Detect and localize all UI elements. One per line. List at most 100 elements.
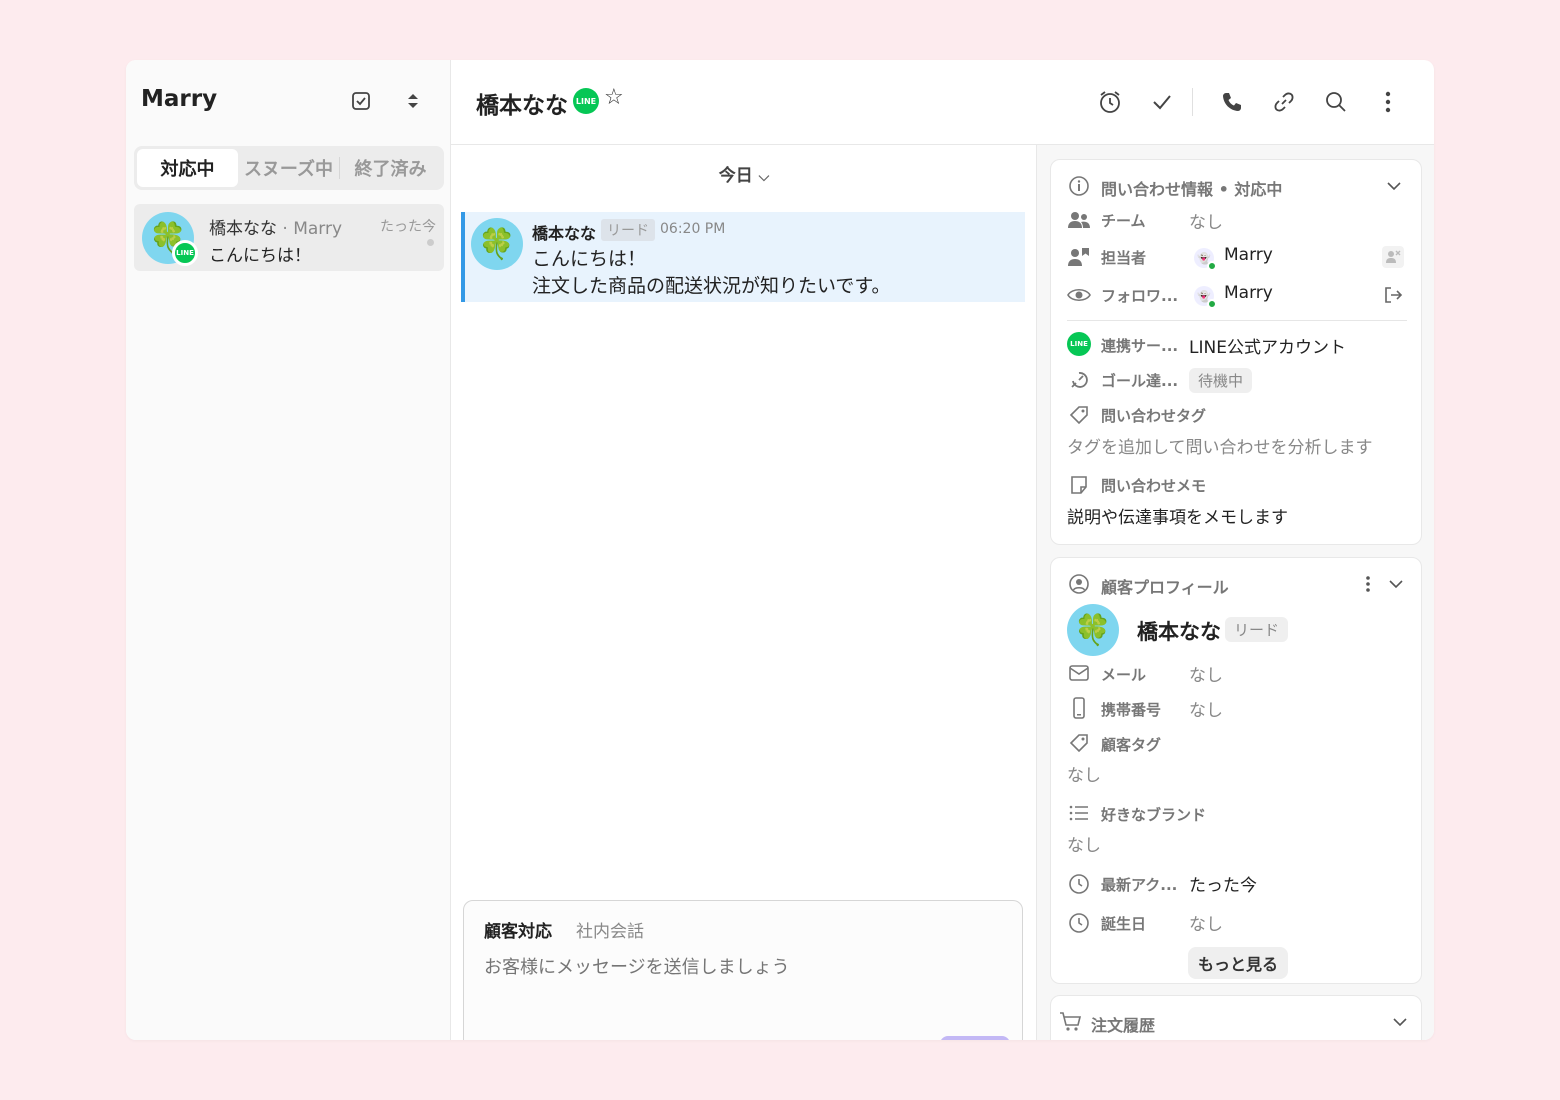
mail-icon [1067, 661, 1091, 685]
details-panel: 問い合わせ情報 • 対応中 チーム なし 担当者 👻 Marry フォロワ... [1037, 145, 1434, 1040]
birthday-value[interactable]: なし [1189, 910, 1223, 935]
email-value[interactable]: なし [1189, 661, 1223, 686]
date-separator[interactable]: 今日 ⌵ [451, 161, 1037, 186]
search-icon[interactable] [1320, 86, 1352, 118]
message-input[interactable] [484, 957, 1004, 978]
mobile-icon [1067, 696, 1091, 720]
app-window: Marry 対応中 スヌーズ中 終了済み 🍀 LINE 橋本なな · Marry… [126, 60, 1434, 1040]
customer-profile-card: 顧客プロフィール 🍀 橋本なな リード メール なし 携帯番号 なし 顧客タグ … [1050, 557, 1422, 984]
line-icon: LINE [573, 88, 599, 114]
chevron-down-icon[interactable] [1385, 573, 1407, 595]
status-tabs: 対応中 スヌーズ中 終了済み [134, 146, 444, 190]
tab-customer-reply[interactable]: 顧客対応 [484, 917, 552, 942]
sidebar: Marry 対応中 スヌーズ中 終了済み 🍀 LINE 橋本なな · Marry… [126, 60, 451, 1040]
sort-icon[interactable] [400, 88, 426, 114]
tab-snoozed[interactable]: スヌーズ中 [238, 149, 339, 187]
orders-title: 注文履歴 [1091, 1016, 1156, 1035]
user-circle-icon [1067, 572, 1091, 596]
brand-value[interactable]: なし [1067, 831, 1101, 856]
phone-value[interactable]: なし [1189, 696, 1223, 721]
team-label: チーム [1101, 212, 1146, 230]
team-icon [1067, 208, 1091, 232]
team-value[interactable]: なし [1189, 208, 1223, 233]
goal-status-chip[interactable]: 待機中 [1189, 368, 1253, 393]
inquiry-tags-input[interactable]: タグを追加して問い合わせを分析します [1067, 433, 1373, 458]
message-text: 注文した商品の配送状況が知りたいです。 [532, 275, 891, 297]
inquiry-title: 問い合わせ情報 • 対応中 [1101, 180, 1283, 199]
link-icon[interactable] [1268, 86, 1300, 118]
inquiry-info-card: 問い合わせ情報 • 対応中 チーム なし 担当者 👻 Marry フォロワ... [1050, 159, 1422, 545]
info-icon [1067, 174, 1091, 198]
order-history-card[interactable]: 注文履歴 [1050, 995, 1422, 1040]
chat-header: 橋本なな LINE ☆ [451, 60, 1434, 145]
profile-title: 顧客プロフィール [1101, 578, 1229, 597]
avatar: 👻 [1194, 286, 1217, 309]
customer-name: 橋本なな [1137, 620, 1221, 644]
conversation-name: 橋本なな [209, 219, 277, 239]
memo-label: 問い合わせメモ [1101, 477, 1207, 495]
assignee-value[interactable]: Marry [1224, 245, 1273, 265]
tag-icon [1067, 731, 1091, 755]
snooze-icon[interactable] [1094, 86, 1126, 118]
avatar: 🍀 [471, 218, 523, 270]
send-button[interactable]: 送信 [940, 1036, 1010, 1040]
chat-area: 今日 ⌵ 🍀 橋本なな リード 06:20 PM こんにちは！ 注文した商品の配… [451, 145, 1037, 1040]
message-time: 06:20 PM [660, 221, 726, 237]
checkbox-icon[interactable] [348, 88, 374, 114]
unread-dot [427, 239, 434, 246]
service-label: 連携サー... [1101, 337, 1179, 355]
avatar: 🍀 [1067, 604, 1119, 656]
clock-icon [1067, 911, 1091, 935]
birthday-label: 誕生日 [1101, 915, 1147, 933]
clock-icon [1067, 872, 1091, 896]
email-label: メール [1101, 666, 1147, 684]
online-indicator [1207, 261, 1217, 271]
customer-tag-value[interactable]: なし [1067, 761, 1101, 786]
goal-icon [1067, 368, 1091, 392]
conversation-time: たった今 [380, 219, 436, 235]
tab-internal-note[interactable]: 社内会話 [576, 917, 644, 942]
date-label: 今日 [718, 166, 753, 186]
tab-closed[interactable]: 終了済み [340, 149, 441, 187]
phone-icon[interactable] [1216, 86, 1248, 118]
message-item: 🍀 橋本なな リード 06:20 PM こんにちは！ 注文した商品の配送状況が知… [461, 212, 1025, 302]
lead-badge: リード [601, 219, 655, 241]
memo-input[interactable]: 説明や伝達事項をメモします [1067, 503, 1288, 528]
conversation-list-item[interactable]: 🍀 LINE 橋本なな · Marry たった今 こんにちは！ [134, 204, 444, 271]
message-sender: 橋本なな [532, 224, 597, 243]
leave-icon[interactable] [1382, 284, 1404, 306]
more-vertical-icon[interactable] [1372, 86, 1404, 118]
tab-active[interactable]: 対応中 [137, 149, 238, 187]
list-icon [1067, 801, 1091, 825]
tag-icon [1067, 403, 1091, 427]
more-vertical-icon[interactable] [1357, 573, 1379, 595]
memo-icon [1067, 473, 1091, 497]
brand-label: 好きなブランド [1101, 806, 1207, 824]
online-indicator [1207, 299, 1217, 309]
eye-icon [1067, 283, 1091, 307]
assignee-icon [1067, 245, 1091, 269]
line-icon: LINE [1067, 332, 1091, 356]
contact-name: 橋本なな [476, 93, 568, 119]
divider [1067, 320, 1407, 321]
message-text: こんにちは！ [532, 248, 647, 270]
conversation-assignee: · Marry [277, 219, 343, 239]
chevron-down-icon[interactable] [1389, 1011, 1411, 1033]
chevron-down-icon: ⌵ [758, 169, 770, 185]
message-composer: 顧客対応 社内会話 T ? 送信 [463, 900, 1023, 1040]
avatar: 👻 [1194, 248, 1217, 271]
workspace-title: Marry [141, 86, 218, 112]
conversation-preview: こんにちは！ [209, 246, 311, 266]
goal-label: ゴール達... [1101, 372, 1179, 390]
unassign-icon[interactable] [1382, 246, 1404, 268]
inquiry-tags-label: 問い合わせタグ [1101, 407, 1207, 425]
check-icon[interactable] [1146, 86, 1178, 118]
service-value: LINE公式アカウント [1189, 338, 1346, 358]
lead-badge[interactable]: リード [1225, 617, 1289, 642]
conversation-title: 橋本なな · Marry [209, 214, 342, 239]
follower-value[interactable]: Marry [1224, 283, 1273, 303]
star-icon[interactable]: ☆ [604, 85, 624, 110]
chevron-down-icon[interactable] [1383, 175, 1405, 197]
line-icon: LINE [172, 240, 198, 266]
see-more-button[interactable]: もっと見る [1188, 947, 1289, 979]
